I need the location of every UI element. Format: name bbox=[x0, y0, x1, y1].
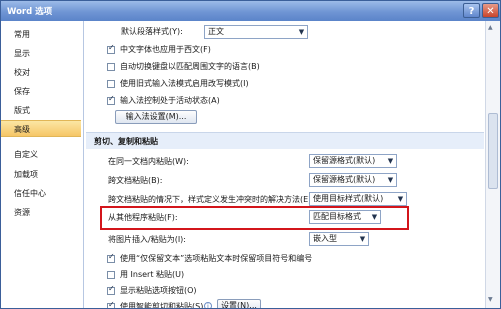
checkbox-label: 中文字体也应用于西文(F) bbox=[120, 45, 211, 54]
default-paragraph-style-label: 默认段落样式(Y): bbox=[121, 27, 183, 36]
chevron-down-icon: ▼ bbox=[298, 28, 305, 36]
default-paragraph-style-value: 正文 bbox=[208, 27, 224, 36]
checkbox-chinese-font-latin[interactable] bbox=[107, 43, 115, 54]
scrollbar-thumb[interactable] bbox=[488, 113, 498, 189]
paste-option-label: 在同一文档内粘贴(W): bbox=[108, 157, 189, 166]
paste-style-conflict-value: 使用目标样式(默认) bbox=[313, 194, 384, 203]
checkbox-label: 输入法控制处于活动状态(A) bbox=[120, 96, 220, 105]
checkbox-legacy-ime-overtype[interactable] bbox=[107, 80, 115, 88]
checkbox-label: 使用“仅保留文本”选项粘贴文本时保留项目符号和编号 bbox=[120, 254, 313, 263]
close-icon[interactable]: ✕ bbox=[482, 3, 499, 18]
section-header-cut-copy-paste: 剪切、复制和粘贴 bbox=[86, 132, 484, 149]
help-icon[interactable]: ? bbox=[463, 3, 480, 18]
paste-same-document-select[interactable]: 保留源格式(默认) ▼ bbox=[309, 154, 397, 168]
checkbox-keep-bullets[interactable] bbox=[107, 252, 115, 263]
checkbox-insert-paste[interactable] bbox=[107, 271, 115, 279]
checkbox-auto-switch-keyboard[interactable] bbox=[107, 63, 115, 71]
chevron-down-icon: ▼ bbox=[397, 195, 404, 203]
paste-between-documents-select[interactable]: 保留源格式(默认) ▼ bbox=[309, 173, 397, 187]
insert-picture-as-value: 嵌入型 bbox=[313, 234, 337, 243]
info-icon: i bbox=[204, 302, 212, 308]
paste-option-label: 从其他程序粘贴(F): bbox=[108, 213, 178, 222]
chevron-down-icon: ▼ bbox=[359, 235, 366, 243]
smart-paste-settings-button[interactable]: 设置(N)... bbox=[217, 299, 261, 308]
sidebar-item-proofing[interactable]: 校对 bbox=[1, 64, 81, 81]
sidebar-item-resources[interactable]: 资源 bbox=[1, 204, 81, 221]
paste-from-other-programs-value: 匹配目标格式 bbox=[313, 212, 361, 221]
title-bar: Word 选项 ? ✕ bbox=[1, 1, 500, 21]
sidebar-item-common[interactable]: 常用 bbox=[1, 26, 81, 43]
options-content: 默认段落样式(Y): 正文 ▼ 中文字体也应用于西文(F) 自动切换键盘以匹配周… bbox=[84, 21, 485, 308]
paste-same-document-value: 保留源格式(默认) bbox=[313, 156, 376, 165]
paste-from-other-programs-select[interactable]: 匹配目标格式 ▼ bbox=[309, 210, 381, 224]
checkbox-label: 使用旧式输入法模式启用改写模式(I) bbox=[120, 79, 249, 88]
paste-option-label: 跨文档粘贴(B): bbox=[108, 176, 163, 185]
checkbox-label: 显示粘贴选项按钮(O) bbox=[120, 286, 197, 295]
checkbox-smart-cut-paste[interactable] bbox=[107, 300, 115, 308]
scroll-down-icon[interactable]: ▼ bbox=[488, 296, 493, 303]
checkbox-ime-control-active[interactable] bbox=[107, 94, 115, 105]
sidebar-item-display[interactable]: 显示 bbox=[1, 45, 81, 62]
sidebar-item-customize[interactable]: 自定义 bbox=[1, 146, 81, 163]
sidebar: 常用 显示 校对 保存 版式 高级 自定义 加载项 信任中心 资源 bbox=[1, 21, 84, 308]
chevron-down-icon: ▼ bbox=[371, 213, 378, 221]
chevron-down-icon: ▼ bbox=[387, 176, 394, 184]
sidebar-item-save[interactable]: 保存 bbox=[1, 83, 81, 100]
sidebar-item-typography[interactable]: 版式 bbox=[1, 102, 81, 119]
checkbox-label: 用 Insert 粘贴(U) bbox=[120, 270, 185, 279]
scroll-up-icon[interactable]: ▲ bbox=[488, 24, 493, 31]
paste-between-documents-value: 保留源格式(默认) bbox=[313, 175, 376, 184]
paste-style-conflict-select[interactable]: 使用目标样式(默认) ▼ bbox=[309, 192, 407, 206]
chevron-down-icon: ▼ bbox=[387, 157, 394, 165]
word-options-dialog: Word 选项 ? ✕ 常用 显示 校对 保存 版式 高级 自定义 加载项 信任… bbox=[0, 0, 501, 309]
sidebar-item-addins[interactable]: 加载项 bbox=[1, 166, 81, 183]
checkbox-label: 使用智能剪切和粘贴(S) bbox=[120, 302, 204, 308]
checkbox-show-paste-options[interactable] bbox=[107, 284, 115, 295]
sidebar-item-advanced[interactable]: 高级 bbox=[1, 120, 81, 137]
vertical-scrollbar[interactable]: ▲ ▼ bbox=[485, 21, 500, 308]
paste-option-label: 将图片插入/粘贴为(I): bbox=[108, 235, 186, 244]
sidebar-item-trust-center[interactable]: 信任中心 bbox=[1, 185, 81, 202]
checkbox-label: 自动切换键盘以匹配周围文字的语言(B) bbox=[120, 62, 260, 71]
window-title: Word 选项 bbox=[7, 7, 53, 17]
insert-picture-as-select[interactable]: 嵌入型 ▼ bbox=[309, 232, 369, 246]
default-paragraph-style-select[interactable]: 正文 ▼ bbox=[204, 25, 308, 39]
ime-settings-button[interactable]: 输入法设置(M)... bbox=[115, 110, 197, 124]
paste-option-label: 跨文档粘贴的情况下，样式定义发生冲突时的解决方法(E): bbox=[108, 195, 314, 204]
